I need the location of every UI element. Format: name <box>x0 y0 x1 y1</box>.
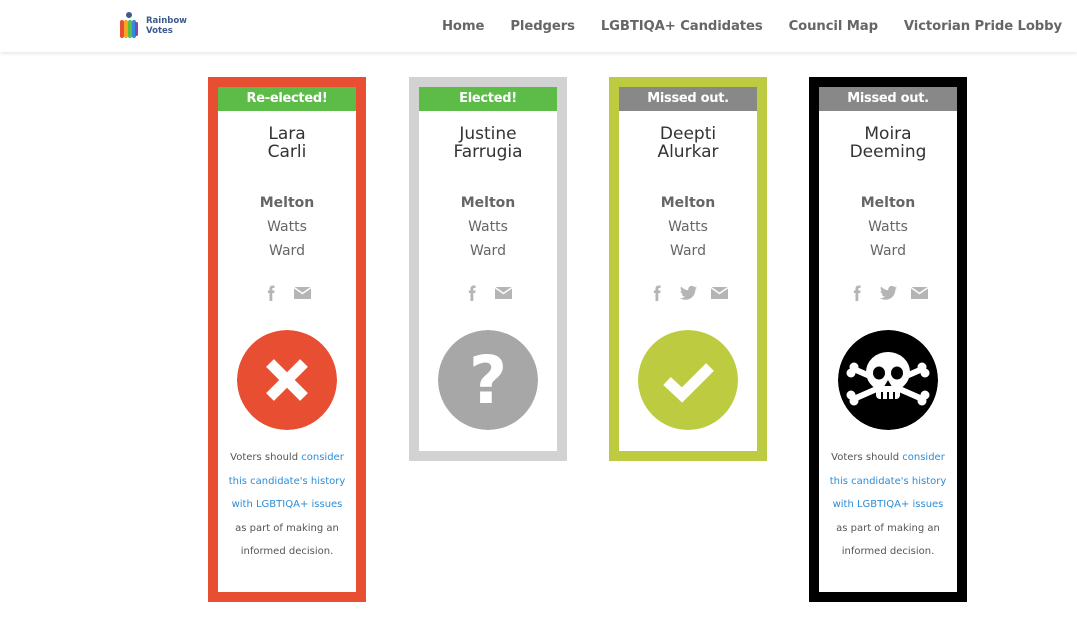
email-icon[interactable] <box>494 285 513 301</box>
logo-line1: Rainbow <box>146 16 188 26</box>
rainbow-people-logo-icon <box>120 12 138 38</box>
site-logo[interactable]: Rainbow Votes <box>119 10 196 42</box>
status-badge: Elected! <box>419 87 557 111</box>
candidate-ward: Melton Watts Ward <box>819 191 957 263</box>
logo-line2: Votes <box>146 26 173 36</box>
note-after: as part of making an informed decision. <box>836 522 940 558</box>
candidate-last-name: Farrugia <box>453 142 523 162</box>
ward-line3: Ward <box>470 243 506 259</box>
candidate-first-name: Deepti <box>659 124 717 144</box>
logo-text: Rainbow Votes <box>146 16 196 36</box>
candidate-ward: Melton Watts Ward <box>218 191 356 263</box>
candidate-name: Deepti Alurkar <box>619 125 757 161</box>
candidate-first-name: Lara <box>268 124 306 144</box>
candidate-card-moira-deeming: Missed out. Moira Deeming Melton Watts W… <box>809 77 967 602</box>
status-badge: Missed out. <box>819 87 957 111</box>
candidate-name: Justine Farrugia <box>419 125 557 161</box>
ward-line3: Ward <box>870 243 906 259</box>
candidate-card-lara-carli: Re-elected! Lara Carli Melton Watts Ward… <box>208 77 366 602</box>
ward-line2: Watts <box>468 219 508 235</box>
question-icon: ? <box>438 330 538 430</box>
ward-line2: Watts <box>668 219 708 235</box>
ward-line3: Ward <box>269 243 305 259</box>
status-badge: Re-elected! <box>218 87 356 111</box>
candidate-first-name: Justine <box>459 124 517 144</box>
nav-lgbtiqa-candidates[interactable]: LGBTIQA+ Candidates <box>601 19 763 34</box>
nav-council-map[interactable]: Council Map <box>789 19 878 34</box>
ward-line2: Watts <box>868 219 908 235</box>
candidate-last-name: Carli <box>267 142 307 162</box>
check-icon <box>638 330 738 430</box>
candidate-name: Moira Deeming <box>819 125 957 161</box>
social-links <box>619 283 757 303</box>
voter-advice-note: Voters should consider this candidate's … <box>819 446 957 592</box>
nav-victorian-pride-lobby[interactable]: Victorian Pride Lobby <box>904 19 1062 34</box>
svg-text:?: ? <box>469 342 507 419</box>
facebook-icon[interactable] <box>463 285 482 301</box>
candidate-ward: Melton Watts Ward <box>419 191 557 263</box>
site-header: Rainbow Votes Home Pledgers LGBTIQA+ Can… <box>0 0 1077 52</box>
note-after: as part of making an informed decision. <box>235 522 339 558</box>
ward-line1: Melton <box>660 195 716 211</box>
candidate-card-justine-farrugia: Elected! Justine Farrugia Melton Watts W… <box>409 77 567 461</box>
social-links <box>218 283 356 303</box>
ward-line1: Melton <box>259 195 315 211</box>
candidate-last-name: Deeming <box>849 142 927 162</box>
ward-line2: Watts <box>267 219 307 235</box>
facebook-icon[interactable] <box>848 285 867 301</box>
candidate-last-name: Alurkar <box>657 142 719 162</box>
twitter-icon[interactable] <box>879 285 898 301</box>
voter-advice-note: Voters should consider this candidate's … <box>218 446 356 592</box>
status-badge: Missed out. <box>619 87 757 111</box>
twitter-icon[interactable] <box>679 285 698 301</box>
facebook-icon[interactable] <box>262 285 281 301</box>
nav-home[interactable]: Home <box>442 19 484 34</box>
social-links <box>419 283 557 303</box>
note-before: Voters should <box>831 452 903 463</box>
candidate-first-name: Moira <box>864 124 912 144</box>
candidate-card-deepti-alurkar: Missed out. Deepti Alurkar Melton Watts … <box>609 77 767 461</box>
ward-line3: Ward <box>670 243 706 259</box>
note-before: Voters should <box>230 452 302 463</box>
facebook-icon[interactable] <box>648 285 667 301</box>
candidate-name: Lara Carli <box>218 125 356 161</box>
ward-line1: Melton <box>860 195 916 211</box>
email-icon[interactable] <box>910 285 929 301</box>
cross-icon <box>237 330 337 430</box>
skull-crossbones-icon <box>838 330 938 430</box>
candidate-ward: Melton Watts Ward <box>619 191 757 263</box>
email-icon[interactable] <box>293 285 312 301</box>
social-links <box>819 283 957 303</box>
email-icon[interactable] <box>710 285 729 301</box>
main-nav: Home Pledgers LGBTIQA+ Candidates Counci… <box>416 0 1062 52</box>
nav-pledgers[interactable]: Pledgers <box>510 19 575 34</box>
ward-line1: Melton <box>460 195 516 211</box>
